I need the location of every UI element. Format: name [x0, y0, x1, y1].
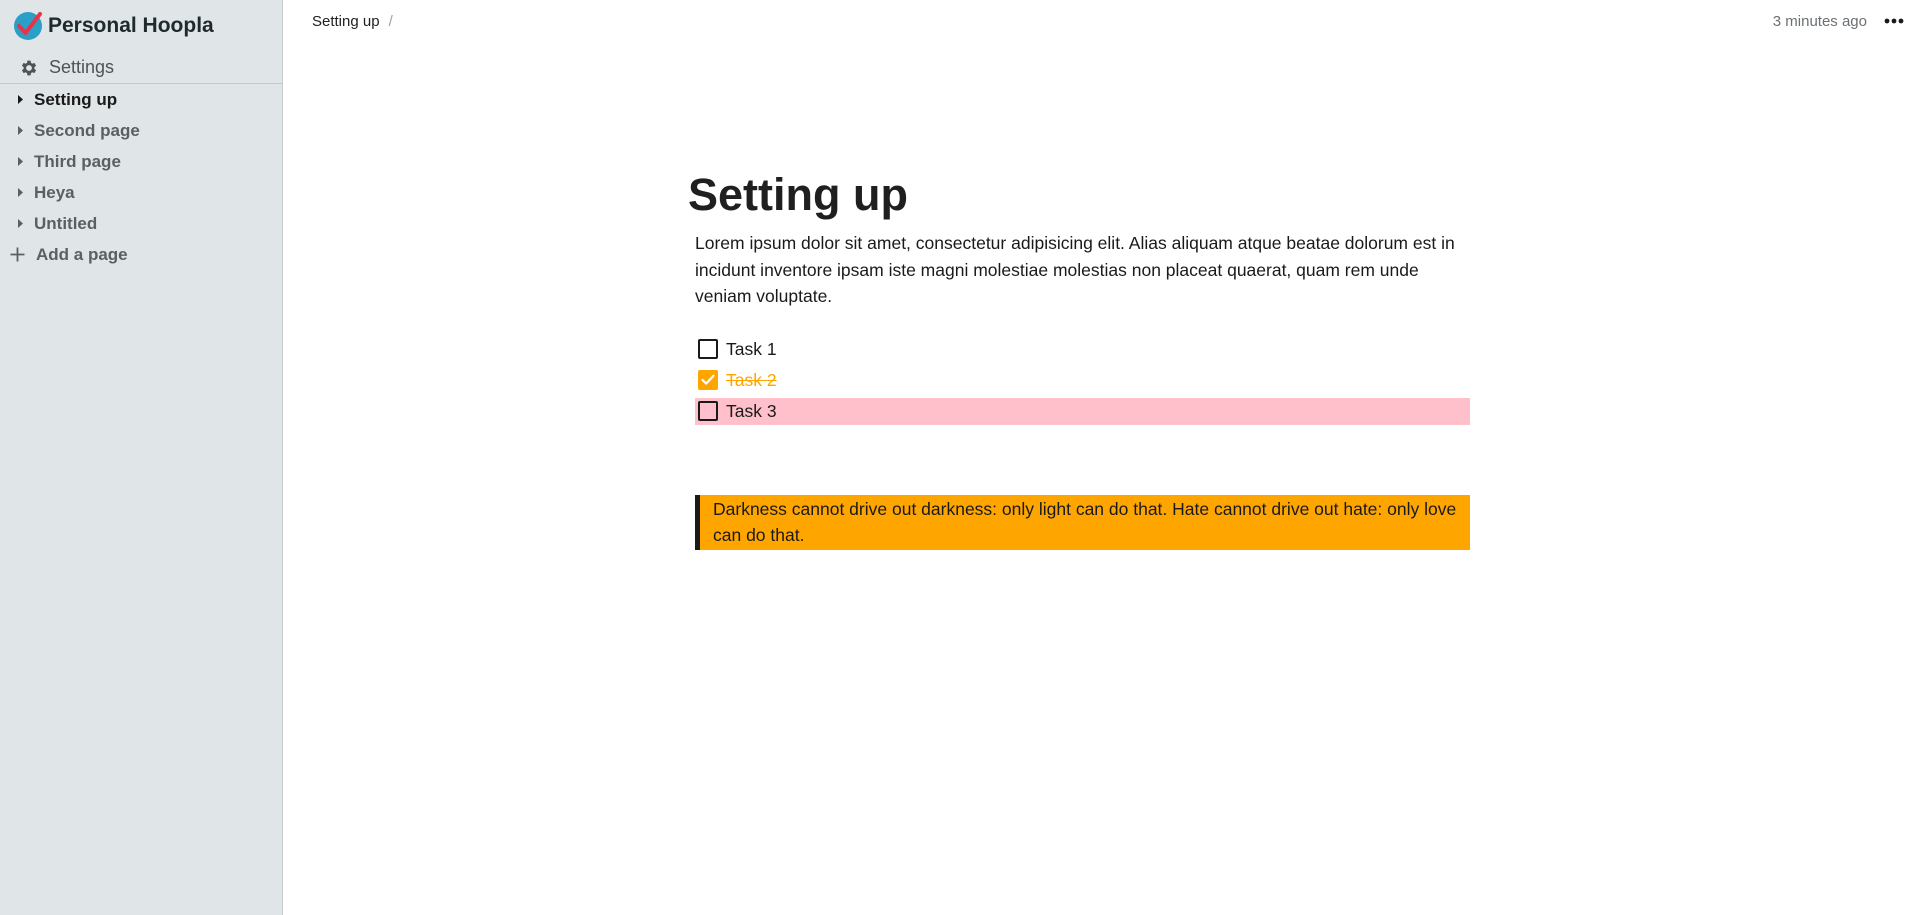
task-item[interactable]: Task 2	[695, 367, 1470, 394]
add-page-button[interactable]: Add a page	[0, 239, 282, 270]
sidebar-item-untitled[interactable]: Untitled	[0, 208, 282, 239]
sidebar-item-heya[interactable]: Heya	[0, 177, 282, 208]
more-options-button[interactable]	[1879, 9, 1909, 33]
ellipsis-icon	[1884, 18, 1904, 24]
sidebar-item-label: Third page	[34, 151, 121, 171]
document-body: Setting up Lorem ipsum dolor sit amet, c…	[688, 164, 1470, 550]
caret-right-icon[interactable]	[16, 125, 25, 136]
paragraph-block[interactable]: Lorem ipsum dolor sit amet, consectetur …	[695, 230, 1470, 310]
sidebar-item-label: Second page	[34, 120, 140, 140]
quote-block[interactable]: Darkness cannot drive out darkness: only…	[695, 494, 1470, 550]
plus-icon	[10, 247, 25, 262]
breadcrumb-separator: /	[388, 13, 393, 30]
task-label[interactable]: Task 3	[726, 401, 777, 422]
task-checkbox[interactable]	[698, 339, 718, 359]
task-list: Task 1 Task 2 Task 3	[695, 336, 1470, 425]
caret-right-icon[interactable]	[16, 156, 25, 167]
task-label[interactable]: Task 2	[726, 370, 777, 391]
sidebar-item-second-page[interactable]: Second page	[0, 115, 282, 146]
page-title[interactable]: Setting up	[688, 164, 1470, 226]
settings-label: Settings	[49, 57, 115, 77]
sidebar: Personal Hoopla Settings Setting up Seco…	[0, 0, 283, 915]
sidebar-item-label: Heya	[34, 182, 75, 202]
caret-right-icon[interactable]	[16, 187, 25, 198]
task-checkbox[interactable]	[698, 401, 718, 421]
breadcrumb-item[interactable]: Setting up	[312, 13, 380, 30]
sidebar-item-setting-up[interactable]: Setting up	[0, 84, 282, 115]
brand[interactable]: Personal Hoopla	[13, 10, 214, 42]
task-label[interactable]: Task 1	[726, 339, 777, 360]
checkmark-icon	[701, 374, 715, 385]
caret-right-icon[interactable]	[16, 94, 25, 105]
page-list: Setting up Second page Third page Heya U…	[0, 84, 282, 270]
task-item[interactable]: Task 3	[695, 397, 1470, 425]
app-name: Personal Hoopla	[48, 14, 214, 37]
sidebar-item-label: Setting up	[34, 89, 118, 109]
sidebar-item-third-page[interactable]: Third page	[0, 146, 282, 177]
add-page-label: Add a page	[36, 244, 128, 264]
top-bar: Setting up / 3 minutes ago	[284, 0, 1919, 42]
sidebar-item-label: Untitled	[34, 213, 98, 233]
breadcrumb: Setting up /	[312, 13, 393, 30]
settings-button[interactable]: Settings	[0, 52, 282, 84]
task-checkbox[interactable]	[698, 370, 718, 390]
gear-icon	[21, 60, 37, 75]
caret-right-icon[interactable]	[16, 218, 25, 229]
task-item[interactable]: Task 1	[695, 336, 1470, 363]
checkmark-logo-icon	[14, 12, 42, 40]
last-edited-timestamp: 3 minutes ago	[1772, 13, 1867, 30]
